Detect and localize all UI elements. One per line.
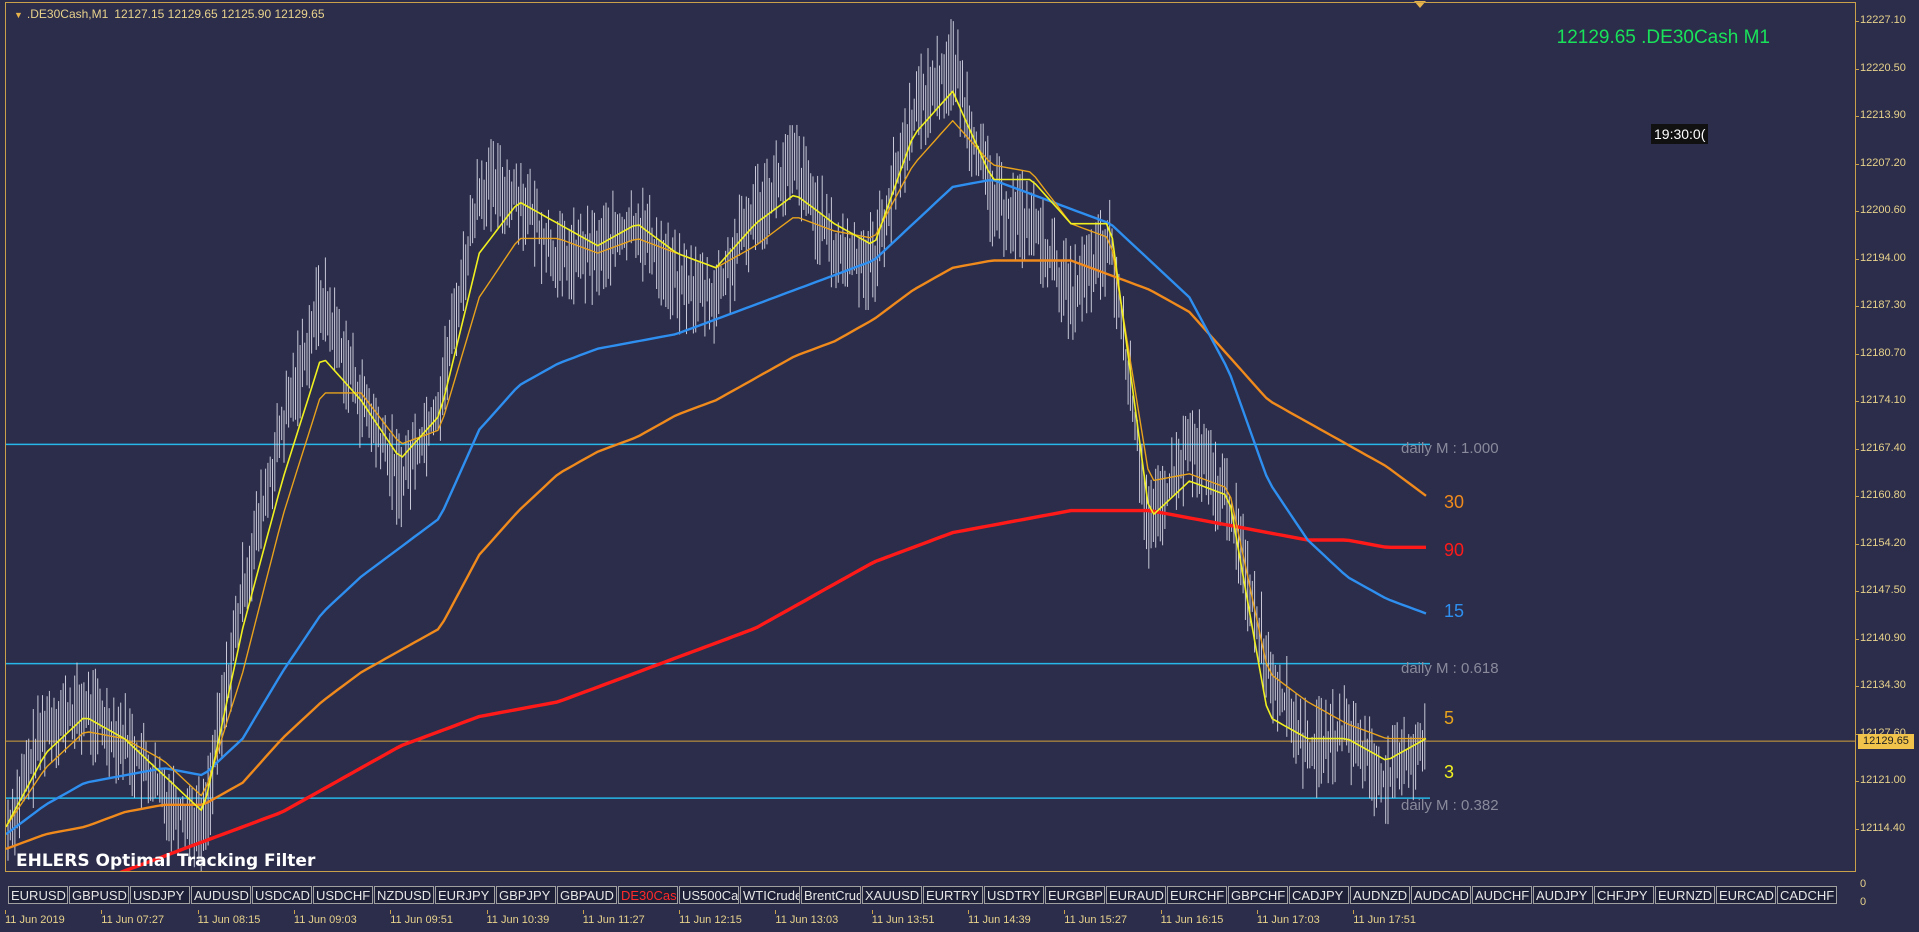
symbol-tab-euraud[interactable]: EURAUD — [1106, 886, 1166, 904]
price-tick: 12180.70 — [1856, 346, 1906, 359]
symbol-tab-gbpaud[interactable]: GBPAUD — [557, 886, 617, 904]
symbol-tab-wticrude[interactable]: WTICrude — [740, 886, 800, 904]
indicator-title: EHLERS Optimal Tracking Filter — [16, 851, 316, 871]
symbol-tab-eurjpy[interactable]: EURJPY — [435, 886, 495, 904]
big-price-label: 12129.65 .DE30Cash M1 — [1556, 27, 1770, 48]
symbol-tab-eurtry[interactable]: EURTRY — [923, 886, 983, 904]
symbol-tab-audchf[interactable]: AUDCHF — [1472, 886, 1532, 904]
level-label-1000: daily M : 1.000 — [1401, 440, 1499, 457]
chart-window: ▼ .DE30Cash,M1 12127.15 12129.65 12125.90 … — [0, 0, 1919, 932]
time-tick: 11 Jun 10:39 — [486, 910, 550, 926]
symbol-tab-audnzd[interactable]: AUDNZD — [1350, 886, 1410, 904]
price-tick: 12194.00 — [1856, 251, 1906, 264]
ma-label-3: 3 — [1444, 762, 1455, 782]
chart-header: ▼ .DE30Cash,M1 12127.15 12129.65 12125.90 … — [14, 7, 325, 21]
price-tick: 12200.60 — [1856, 204, 1906, 216]
price-tick: 12167.40 — [1856, 441, 1906, 454]
candle-timer: 19:30:0( — [1651, 124, 1709, 144]
ma-line-90[interactable] — [6, 508, 1426, 871]
price-tick: 12160.80 — [1856, 489, 1906, 501]
symbol-tab-eurchf[interactable]: EURCHF — [1167, 886, 1227, 904]
ma-label-90: 90 — [1444, 540, 1465, 560]
price-tick: 12147.50 — [1856, 584, 1906, 596]
time-tick: 11 Jun 14:39 — [968, 910, 1031, 926]
time-tick: 11 Jun 15:27 — [1064, 910, 1128, 926]
symbol-tab-cadchf[interactable]: CADCHF — [1777, 886, 1837, 904]
time-tick: 11 Jun 12:15 — [679, 910, 742, 926]
symbol-tab-audcad[interactable]: AUDCAD — [1411, 886, 1471, 904]
symbol-tab-usdchf[interactable]: USDCHF — [313, 886, 373, 904]
price-tick: 12114.40 — [1855, 821, 1906, 834]
symbol-tab-xauusd[interactable]: XAUUSD — [862, 886, 922, 904]
ma-label-5: 5 — [1444, 708, 1455, 728]
price-tick: 12187.30 — [1856, 299, 1906, 311]
dropdown-triangle-icon[interactable]: ▼ — [14, 10, 23, 20]
time-tick: 11 Jun 2019 — [5, 910, 65, 926]
price-tick: 12227.10 — [1856, 14, 1906, 26]
symbol-tab-usdjpy[interactable]: USDJPY — [130, 886, 190, 904]
time-tick: 11 Jun 17:51 — [1353, 910, 1416, 926]
symbol-tab-usdcad[interactable]: USDCAD — [252, 886, 312, 904]
time-tick: 11 Jun 09:51 — [390, 910, 453, 926]
sub-axis-label-bottom: 0 — [1860, 896, 1867, 908]
time-tick: 11 Jun 13:03 — [775, 910, 839, 926]
price-tick: 12174.10 — [1856, 394, 1906, 406]
symbol-tab-audusd[interactable]: AUDUSD — [191, 886, 251, 904]
chart-symbol: .DE30Cash,M1 — [26, 7, 109, 21]
time-tick: 11 Jun 13:51 — [871, 910, 935, 926]
symbol-tab-de30cash[interactable]: DE30Cash — [618, 886, 678, 904]
symbol-tab-gbpusd[interactable]: GBPUSD — [69, 886, 129, 904]
price-tick: 12134.30 — [1856, 679, 1906, 691]
ma-label-30: 30 — [1444, 492, 1465, 512]
symbol-tab-gbpjpy[interactable]: GBPJPY — [496, 886, 556, 904]
symbol-tab-eurusd[interactable]: EURUSD — [8, 886, 68, 904]
symbol-tab-brentcrude[interactable]: BrentCrude — [801, 886, 861, 904]
price-tick: 12213.90 — [1856, 109, 1906, 121]
time-tick: 11 Jun 08:15 — [197, 910, 261, 926]
time-axis[interactable]: 11 Jun 2019 11 Jun 07:27 11 Jun 08:15 11 Ju… — [0, 910, 1856, 932]
time-tick: 11 Jun 07:27 — [101, 910, 165, 926]
chart-area[interactable]: ▼ .DE30Cash,M1 12127.15 12129.65 12125.90 … — [5, 2, 1856, 872]
symbol-tab-cadjpy[interactable]: CADJPY — [1289, 886, 1349, 904]
price-tick: 12121.00 — [1856, 774, 1906, 786]
ma-label-15: 15 — [1444, 601, 1465, 621]
current-price-box: 12129.65 — [1858, 734, 1914, 749]
time-tick: 11 Jun 09:03 — [293, 910, 357, 926]
level-label-0618: daily M : 0.618 — [1401, 660, 1499, 677]
price-chart[interactable] — [6, 3, 1855, 871]
sub-axis-label-top: 0 — [1860, 878, 1867, 890]
symbol-tab-usdtry[interactable]: USDTRY — [984, 886, 1044, 904]
time-tick: 11 Jun 11:27 — [582, 910, 645, 926]
symbol-tab-eurgbp[interactable]: EURGBP — [1045, 886, 1105, 904]
symbol-tab-gbpchf[interactable]: GBPCHF — [1228, 886, 1288, 904]
price-tick: 12207.20 — [1856, 156, 1906, 169]
symbol-tab-eurnzd[interactable]: EURNZD — [1655, 886, 1715, 904]
symbol-tab-us500cash[interactable]: US500Cash — [679, 886, 739, 904]
level-label-0382: daily M : 0.382 — [1401, 797, 1499, 814]
symbol-tab-nzdusd[interactable]: NZDUSD — [374, 886, 434, 904]
symbol-tabs-bar: EURUSD GBPUSD USDJPY AUDUSD USDCAD USDCHF NZDU… — [8, 886, 1838, 908]
price-tick: 12220.50 — [1856, 61, 1906, 74]
time-tick: 11 Jun 17:03 — [1256, 910, 1320, 926]
price-tick: 12154.20 — [1856, 536, 1906, 549]
symbol-tab-chfjpy[interactable]: CHFJPY — [1594, 886, 1654, 904]
symbol-tab-eurcad[interactable]: EURCAD — [1716, 886, 1776, 904]
symbol-tab-audjpy[interactable]: AUDJPY — [1533, 886, 1593, 904]
price-tick: 12140.90 — [1856, 631, 1906, 644]
time-tick: 11 Jun 16:15 — [1160, 910, 1224, 926]
chart-ohlc: 12127.15 12129.65 12125.90 12129.65 — [114, 7, 325, 21]
